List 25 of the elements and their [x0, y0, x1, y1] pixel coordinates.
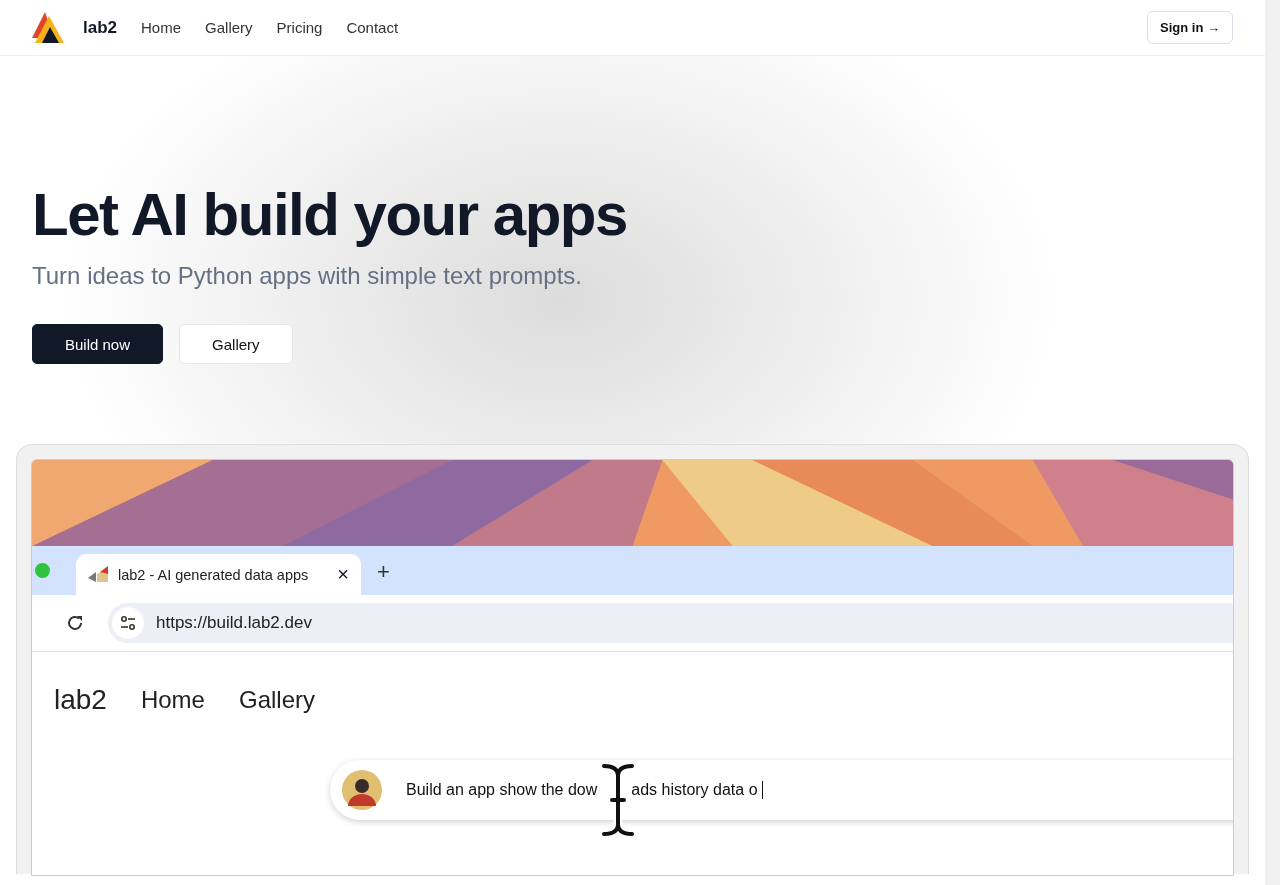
- sign-in-button[interactable]: Sign in →: [1147, 11, 1233, 44]
- nav-link[interactable]: Pricing: [276, 19, 323, 36]
- window-dot[interactable]: [35, 563, 50, 578]
- app-nav-link[interactable]: Home: [140, 686, 205, 714]
- nav-link[interactable]: Home: [141, 19, 182, 36]
- hero-title: Let AI build your apps: [32, 182, 628, 248]
- nav-link[interactable]: Gallery: [205, 19, 253, 36]
- app-nav-link[interactable]: Gallery: [238, 686, 315, 714]
- site-settings-icon[interactable]: [112, 607, 144, 639]
- build-now-button[interactable]: Build now: [32, 324, 164, 364]
- nav-link[interactable]: Contact: [346, 19, 399, 36]
- prompt-field[interactable]: Build an app show the dow ads history data o: [330, 760, 1233, 820]
- favicon-icon: [88, 565, 110, 584]
- close-icon[interactable]: ×: [337, 563, 349, 586]
- reload-icon[interactable]: [66, 614, 84, 632]
- avatar-icon: [342, 770, 382, 810]
- logo-icon: [32, 11, 66, 44]
- browser-tab[interactable]: lab2 - AI generated data apps ×: [76, 554, 361, 595]
- app-brand: lab2: [54, 684, 107, 716]
- new-tab-button[interactable]: +: [377, 559, 390, 585]
- address-bar[interactable]: https://build.lab2.dev: [108, 603, 1233, 643]
- hero-subtitle: Turn ideas to Python apps with simple text prompts.: [32, 262, 584, 290]
- tab-title: lab2 - AI generated data apps: [118, 566, 309, 583]
- brand-name: lab2: [83, 17, 118, 38]
- gallery-button[interactable]: Gallery: [179, 324, 293, 364]
